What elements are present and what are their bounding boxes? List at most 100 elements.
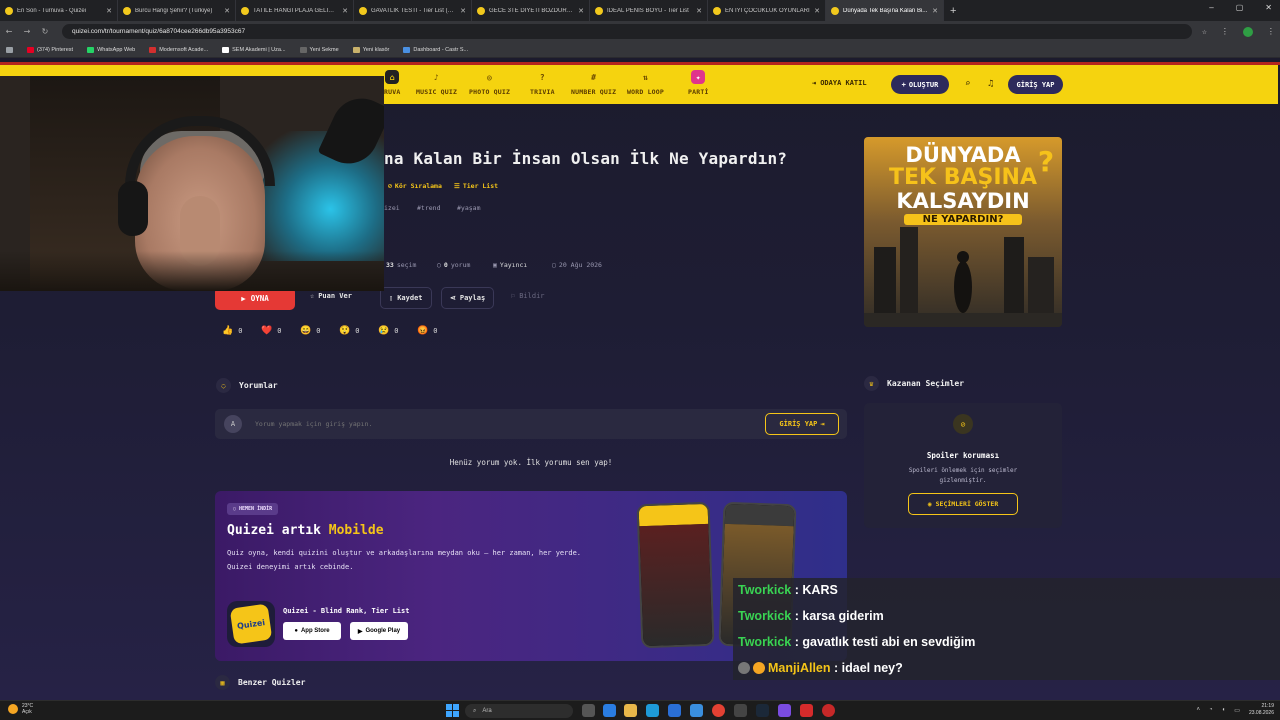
- comment-input[interactable]: [255, 415, 755, 433]
- bookmark-item[interactable]: (374) Pinterest: [27, 46, 73, 53]
- bookmark-star-icon[interactable]: ☆: [1202, 27, 1207, 36]
- close-icon[interactable]: ✕: [342, 7, 348, 15]
- url-field[interactable]: quizei.com/tr/tournament/quiz/6a8704cee2…: [62, 24, 1192, 39]
- widgets-icon[interactable]: [603, 704, 616, 717]
- reaction-love[interactable]: ❤️ 0: [261, 326, 281, 336]
- comment-login-button[interactable]: GİRİŞ YAP ⇥: [765, 413, 839, 435]
- browser-tab-active[interactable]: Dünyada Tek Başına Kalan Bi... ✕: [826, 0, 944, 21]
- url-bar-icons: ☆ ⋮ ⋮: [1202, 26, 1275, 37]
- similar-quizzes-heading: ▦ Benzer Quizler: [215, 675, 305, 690]
- close-icon[interactable]: ✕: [224, 7, 230, 15]
- nav-item-number-quiz[interactable]: # NUMBER QUIZ: [571, 70, 616, 97]
- app-name: Quizei - Blind Rank, Tier List: [283, 607, 410, 615]
- taskbar-search[interactable]: ⌕ Ara: [465, 704, 573, 718]
- close-icon[interactable]: ✕: [696, 7, 702, 15]
- bookmark-item[interactable]: Yeni Sekme: [299, 46, 339, 53]
- reload-icon[interactable]: ↻: [36, 27, 54, 36]
- share-button[interactable]: ⋖ Paylaş: [441, 287, 495, 309]
- tag[interactable]: #trend: [417, 204, 440, 212]
- chrome-icon[interactable]: [712, 704, 725, 717]
- bookmark-item[interactable]: [6, 46, 13, 53]
- nav-item-tournament[interactable]: ⌂ RUVA: [384, 70, 400, 96]
- steam-icon[interactable]: [756, 704, 769, 717]
- chat-message: Tworkick : gavatlık testi abi en sevdiği…: [738, 635, 976, 649]
- tag[interactable]: izei: [384, 204, 400, 212]
- browser-tab[interactable]: EN İYİ ÇOCUKLUK OYUNLARI ✕: [708, 0, 826, 21]
- create-button[interactable]: + OLUŞTUR: [891, 75, 949, 94]
- browser-tab[interactable]: GECE 3TE DİYETİ BOZDURUCAK ✕: [472, 0, 590, 21]
- tag[interactable]: #yaşam: [457, 204, 480, 212]
- search-icon[interactable]: ⌕: [965, 79, 970, 89]
- nav-item-word-loop[interactable]: ⇅ WORD LOOP: [627, 70, 664, 97]
- extension-icon[interactable]: ⋮: [1221, 27, 1229, 36]
- reaction-sad[interactable]: 😢 0: [378, 326, 398, 336]
- bookmark-item[interactable]: Dashboard - Castr S...: [403, 46, 468, 53]
- app-icon[interactable]: [690, 704, 703, 717]
- close-icon[interactable]: ✕: [460, 7, 466, 15]
- tab-favicon-icon: [831, 6, 839, 15]
- chevron-up-icon[interactable]: ˄: [1197, 707, 1201, 713]
- new-tab-button[interactable]: +: [950, 5, 956, 17]
- login-button[interactable]: GİRİŞ YAP: [1008, 75, 1063, 94]
- browser-tab[interactable]: TATİLE HANGİ PLAJA GELİRSİN ✕: [236, 0, 354, 21]
- loop-icon: ⇅: [643, 72, 649, 82]
- bell-icon[interactable]: ♫: [988, 79, 993, 89]
- reaction-like[interactable]: 👍 0: [222, 326, 242, 336]
- bookmark-item[interactable]: Modernsoft Acade...: [149, 46, 208, 53]
- quiz-title: na Kalan Bir İnsan Olsan İlk Ne Yapardın…: [384, 149, 788, 168]
- weather-widget[interactable]: 23°C Açık: [8, 703, 33, 715]
- app-store-button[interactable]: ● App Store: [283, 622, 341, 640]
- app-icon[interactable]: [734, 704, 747, 717]
- back-icon[interactable]: ←: [0, 27, 18, 36]
- obs-icon[interactable]: [822, 704, 835, 717]
- volume-icon[interactable]: ◖: [1222, 707, 1226, 713]
- maximize-button[interactable]: ▢: [1236, 3, 1244, 12]
- nav-item-music-quiz[interactable]: ♪ MUSIC QUIZ: [416, 70, 457, 97]
- tab-favicon-icon: [123, 6, 131, 15]
- network-icon[interactable]: ◔: [1209, 707, 1213, 713]
- plus-icon: +: [901, 80, 906, 89]
- nav-item-photo-quiz[interactable]: ◎ PHOTO QUIZ: [469, 70, 510, 97]
- close-icon[interactable]: ✕: [814, 7, 820, 15]
- bookmark-item[interactable]: SEM Akademi | Uza...: [222, 46, 286, 53]
- bookmark-item[interactable]: Yeni klasör: [352, 46, 389, 53]
- task-view-icon[interactable]: [582, 704, 595, 717]
- close-icon[interactable]: ✕: [932, 7, 938, 15]
- windows-start-icon[interactable]: [446, 704, 459, 717]
- show-selections-button[interactable]: ◉ SEÇİMLERİ GÖSTER: [908, 493, 1018, 515]
- tab-favicon-icon: [477, 6, 485, 15]
- google-play-button[interactable]: ▶ Google Play: [350, 622, 408, 640]
- browser-tab[interactable]: En Son - Turnuva - Quizei ✕: [0, 0, 118, 21]
- close-icon[interactable]: ✕: [578, 7, 584, 15]
- reaction-wow[interactable]: 😲 0: [339, 326, 359, 336]
- forward-icon[interactable]: →: [18, 27, 36, 36]
- play-store-icon: ▶: [357, 628, 363, 635]
- app-icon[interactable]: [778, 704, 791, 717]
- battery-icon[interactable]: ▭: [1234, 707, 1240, 714]
- store-icon[interactable]: [668, 704, 681, 717]
- nav-item-party[interactable]: ✦ PARTİ: [688, 70, 709, 96]
- close-window-button[interactable]: ✕: [1265, 3, 1272, 12]
- join-room-button[interactable]: ⇥ ODAYA KATIL: [812, 79, 867, 87]
- file-explorer-icon[interactable]: [624, 704, 637, 717]
- edge-icon[interactable]: [646, 704, 659, 717]
- reaction-laugh[interactable]: 😄 0: [300, 326, 320, 336]
- rate-button[interactable]: ☆ Puan Ver: [310, 292, 352, 300]
- minimize-button[interactable]: –: [1209, 3, 1213, 12]
- report-button[interactable]: ⚐ Bildir: [511, 292, 545, 300]
- webcam-overlay: [0, 76, 384, 291]
- trophy-icon: ♛: [864, 376, 879, 391]
- browser-tab[interactable]: İDEAL PENİS BOYU - Tier List ✕: [590, 0, 708, 21]
- close-icon[interactable]: ✕: [106, 7, 112, 15]
- nav-item-trivia[interactable]: ? TRIVIA: [530, 70, 555, 97]
- reaction-angry[interactable]: 😡 0: [417, 326, 437, 336]
- bookmark-item[interactable]: WhatsApp Web: [87, 46, 135, 53]
- browser-tab[interactable]: Burcu Hangi Şehir? (Türkiye) ✕: [118, 0, 236, 21]
- browser-tab[interactable]: GAVATLIK TESTİ - Tier List (Kör) ✕: [354, 0, 472, 21]
- menu-icon[interactable]: ⋮: [1267, 27, 1275, 36]
- profile-avatar[interactable]: [1242, 26, 1253, 37]
- chat-message: ManjiAllen : idael ney?: [738, 661, 903, 675]
- save-button[interactable]: ▯ Kaydet: [380, 287, 432, 309]
- app-icon[interactable]: [800, 704, 813, 717]
- clock[interactable]: 21:19 23.08.2026: [1249, 703, 1274, 717]
